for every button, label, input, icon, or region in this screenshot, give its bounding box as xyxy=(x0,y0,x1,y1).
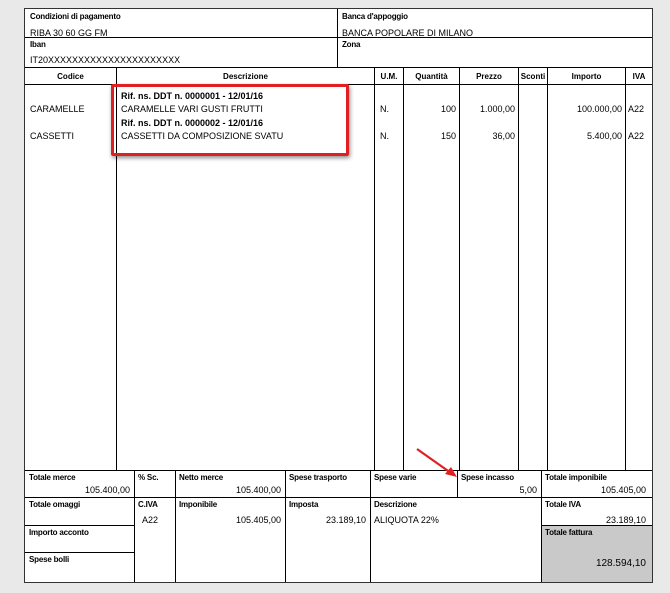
divider xyxy=(134,470,135,582)
vat-total-label: Totale IVA xyxy=(545,500,581,509)
col-description-header: Descrizione xyxy=(223,72,268,81)
divider xyxy=(403,67,404,470)
item-vat: A22 xyxy=(628,104,645,114)
divider xyxy=(541,525,652,526)
invoice-total-value: 128.594,10 xyxy=(595,558,646,569)
divider xyxy=(25,552,134,553)
item-price: 36,00 xyxy=(492,131,515,141)
vat-code-label: C.IVA xyxy=(138,500,158,509)
tax-value: 23.189,10 xyxy=(325,515,366,525)
divider xyxy=(459,67,460,470)
item-um: N. xyxy=(380,131,389,141)
collection-expenses-label: Spese incasso xyxy=(461,473,514,482)
divider xyxy=(175,470,176,582)
item-qty: 150 xyxy=(440,131,456,141)
divider xyxy=(25,497,652,498)
invoice-document: Condizioni di pagamento RIBA 30 60 GG FM… xyxy=(24,8,653,583)
item-amount: 100.000,00 xyxy=(576,104,622,114)
vat-description-label: Descrizione xyxy=(374,500,417,509)
misc-expenses-label: Spese varie xyxy=(374,473,417,482)
item-amount: 5.400,00 xyxy=(586,131,622,141)
vat-description-value: ALIQUOTA 22% xyxy=(374,515,439,525)
vat-total-value: 23.189,10 xyxy=(605,515,646,525)
vat-code-value: A22 xyxy=(142,515,159,525)
item-price: 1.000,00 xyxy=(479,104,515,114)
goods-total-label: Totale merce xyxy=(29,473,76,482)
arrow-annotation-icon xyxy=(416,448,457,477)
divider xyxy=(285,470,286,582)
taxable-total-value: 105.405,00 xyxy=(600,485,646,495)
net-goods-value: 105.400,00 xyxy=(235,485,281,495)
item-code: CARAMELLE xyxy=(30,104,85,114)
collection-expenses-value: 5,00 xyxy=(519,485,537,495)
item-vat: A22 xyxy=(628,131,645,141)
invoice-total-label: Totale fattura xyxy=(545,528,593,537)
highlight-box xyxy=(111,84,349,156)
divider xyxy=(370,470,371,582)
col-amount-header: Importo xyxy=(571,72,602,81)
item-um: N. xyxy=(380,104,389,114)
col-um-header: U.M. xyxy=(380,72,398,81)
item-qty: 100 xyxy=(440,104,456,114)
net-goods-label: Netto merce xyxy=(179,473,224,482)
payment-terms-label: Condizioni di pagamento xyxy=(30,12,121,21)
divider xyxy=(625,67,626,470)
tax-label: Imposta xyxy=(289,500,319,509)
col-qty-header: Quantità xyxy=(415,72,448,81)
divider xyxy=(25,525,134,526)
divider xyxy=(547,67,548,470)
col-code-header: Codice xyxy=(57,72,84,81)
divider xyxy=(337,9,338,67)
stamp-duty-label: Spese bolli xyxy=(29,555,70,564)
goods-total-value: 105.400,00 xyxy=(84,485,130,495)
transport-label: Spese trasporto xyxy=(289,473,347,482)
taxable-total-label: Totale imponibile xyxy=(545,473,607,482)
divider xyxy=(25,67,652,68)
taxable-value: 105.405,00 xyxy=(235,515,281,525)
taxable-label: Imponibile xyxy=(179,500,218,509)
col-vat-header: IVA xyxy=(632,72,646,81)
divider xyxy=(518,67,519,470)
zone-label: Zona xyxy=(342,40,361,49)
divider xyxy=(25,37,652,38)
bank-label: Banca d'appoggio xyxy=(342,12,408,21)
divider xyxy=(374,67,375,470)
iban-label: Iban xyxy=(30,40,46,49)
gifts-total-label: Totale omaggi xyxy=(29,500,81,509)
iban-value: IT20XXXXXXXXXXXXXXXXXXXXXX xyxy=(30,55,181,65)
divider xyxy=(25,470,652,471)
discount-label: % Sc. xyxy=(138,473,159,482)
deposit-label: Importo acconto xyxy=(29,528,89,537)
col-price-header: Prezzo xyxy=(476,72,502,81)
divider xyxy=(541,470,542,582)
col-discount-header: Sconti xyxy=(520,72,546,81)
item-code: CASSETTI xyxy=(30,131,75,141)
